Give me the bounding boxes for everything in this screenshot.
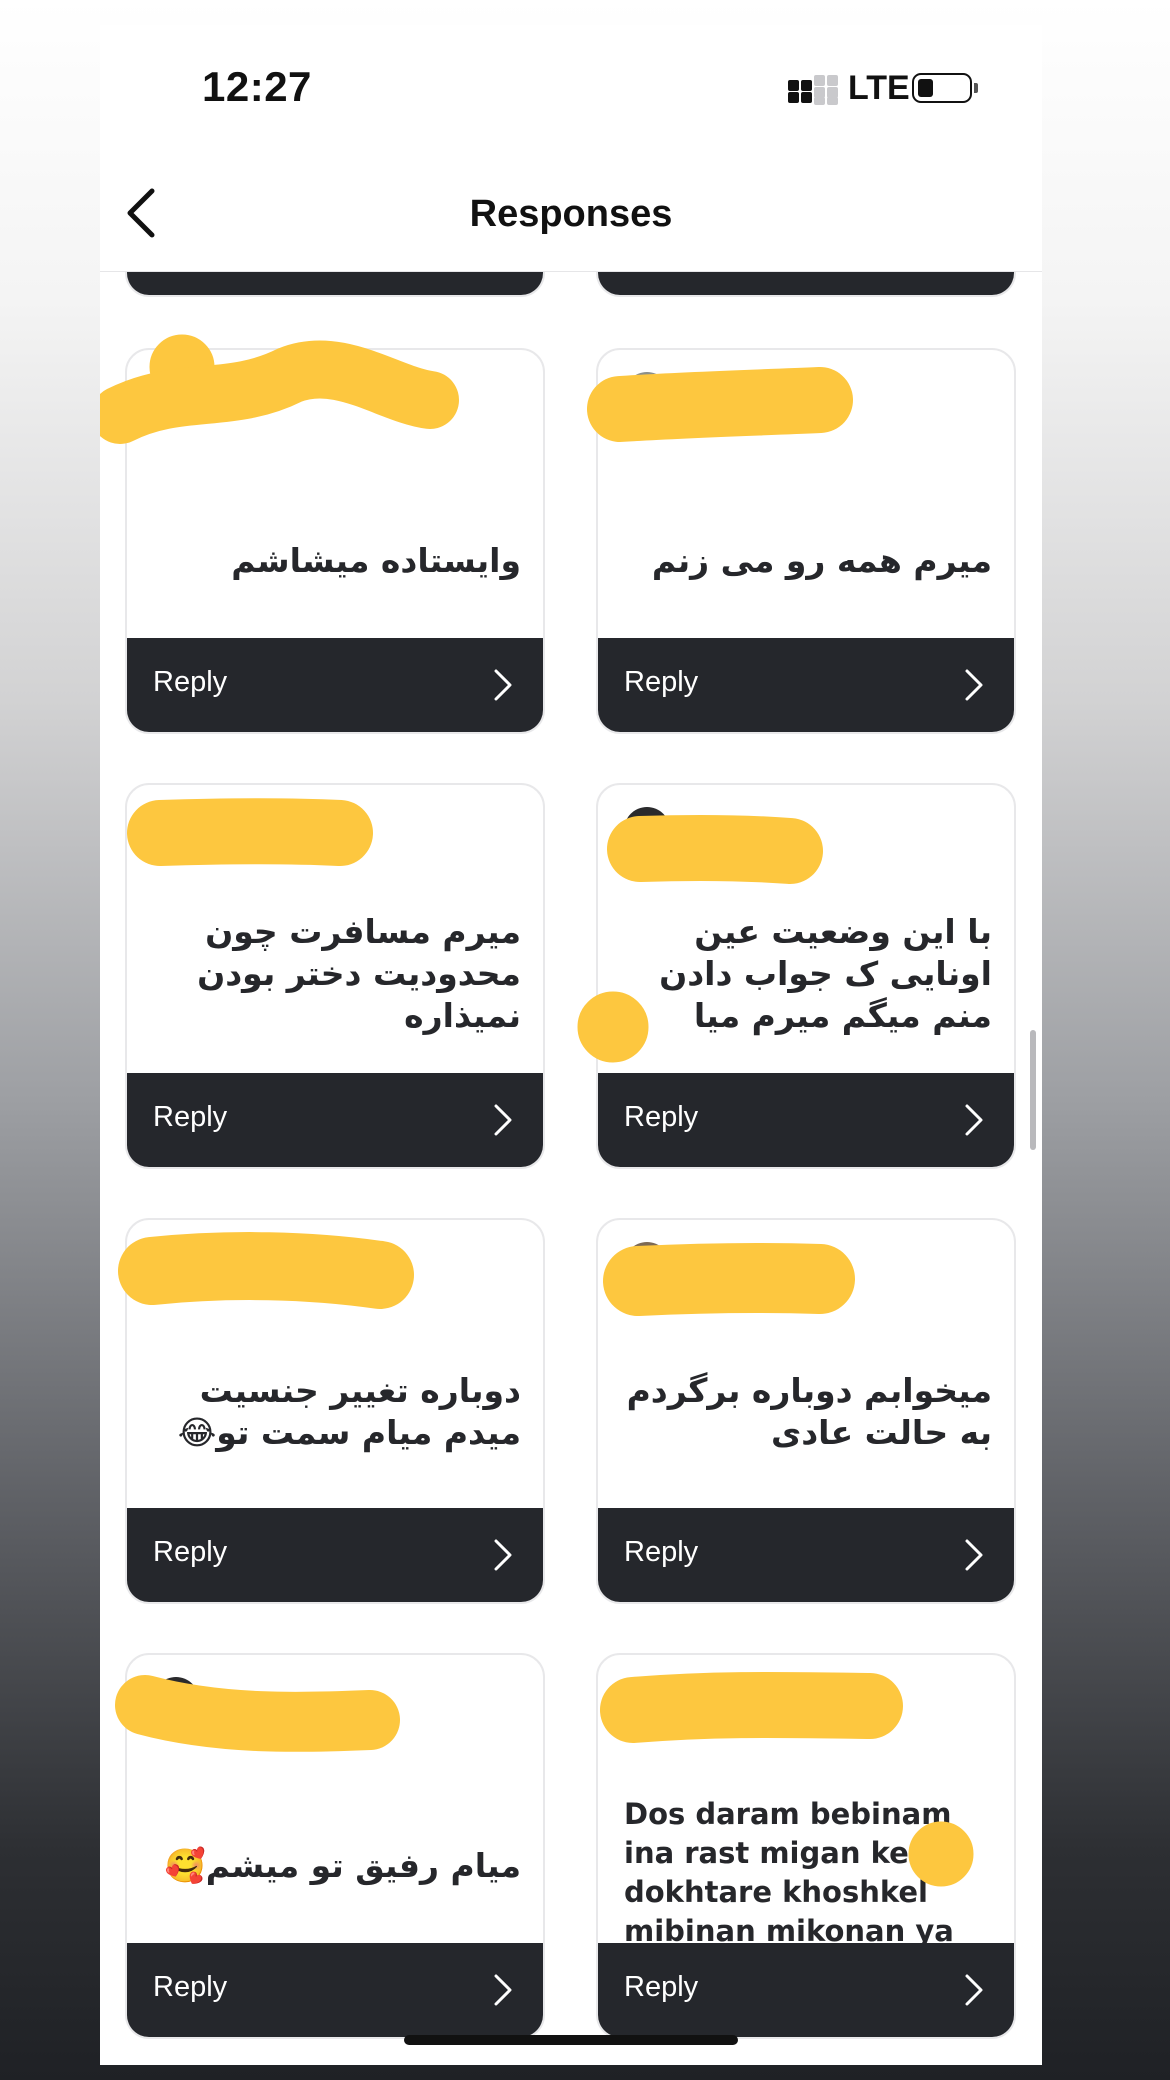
avatar	[624, 807, 670, 853]
response-text: با این وضعیت عین اونایی ک جواب دادن منم …	[659, 912, 992, 1035]
chevron-right-icon	[494, 1104, 512, 1136]
response-card: میرم همه رو می زنم Reply	[596, 348, 1016, 734]
avatar	[153, 372, 199, 418]
response-text: میخوابم دوباره برگردم به حالت عادی	[626, 1371, 992, 1452]
response-text: میام رفیق تو میشم🥰	[164, 1846, 521, 1885]
response-card: میرم مسافرت چون محدودیت دختر بودن نمیذار…	[125, 783, 545, 1169]
card-header	[127, 785, 543, 885]
card-header	[127, 350, 543, 450]
avatar	[624, 372, 670, 418]
avatar	[153, 1242, 199, 1288]
reply-label: Reply	[153, 1101, 228, 1133]
reply-label: Reply	[153, 1536, 228, 1568]
reply-button[interactable]: Reply	[598, 1508, 1014, 1602]
chevron-right-icon	[965, 1104, 983, 1136]
reply-label: Reply	[153, 1971, 228, 2003]
chevron-right-icon	[494, 669, 512, 701]
reply-label: Reply	[153, 666, 228, 698]
chevron-right-icon	[494, 1539, 512, 1571]
response-card: دوباره تغییر جنسیت میدم میام سمت تو😂 Rep…	[125, 1218, 545, 1604]
reply-button[interactable]: Reply	[127, 1073, 543, 1167]
reply-label: Reply	[624, 1536, 699, 1568]
response-card: با این وضعیت عین اونایی ک جواب دادن منم …	[596, 783, 1016, 1169]
reply-button[interactable]: Reply	[598, 1073, 1014, 1167]
response-card: میخوابم دوباره برگردم به حالت عادی Reply	[596, 1218, 1016, 1604]
reply-button[interactable]: Reply	[127, 1943, 543, 2037]
response-card: Dos daram bebinam ina rast migan ke dokh…	[596, 1653, 1016, 2039]
response-card: میام رفیق تو میشم🥰 Reply	[125, 1653, 545, 2039]
response-text: وایستاده میشاشم	[231, 541, 521, 580]
phone-screen: 12:27 LTE Responses Reply Repl	[100, 25, 1042, 2065]
response-card: وایستاده میشاشم Reply	[125, 348, 545, 734]
reply-label: Reply	[624, 1101, 699, 1133]
reply-label: Reply	[624, 666, 699, 698]
chevron-right-icon	[965, 669, 983, 701]
network-label: LTE	[848, 69, 910, 107]
response-text: میرم مسافرت چون محدودیت دختر بودن نمیذار…	[197, 912, 521, 1035]
navigation-bar: Responses	[100, 155, 1042, 272]
reply-button[interactable]: Reply	[598, 638, 1014, 732]
card-header	[598, 1655, 1014, 1755]
card-header	[598, 350, 1014, 450]
reply-button[interactable]: Reply	[127, 638, 543, 732]
chevron-right-icon	[494, 1974, 512, 2006]
card-header	[598, 785, 1014, 885]
avatar	[153, 807, 199, 853]
card-header	[127, 1655, 543, 1755]
reply-button[interactable]: Reply	[127, 1508, 543, 1602]
battery-icon	[912, 73, 972, 103]
scroll-indicator[interactable]	[1030, 1030, 1036, 1150]
chevron-right-icon	[965, 1539, 983, 1571]
home-indicator[interactable]	[404, 2035, 738, 2045]
card-header	[127, 1220, 543, 1320]
avatar	[624, 1242, 670, 1288]
signal-icon	[788, 75, 838, 105]
chevron-right-icon	[965, 1974, 983, 2006]
response-text: میرم همه رو می زنم	[651, 541, 992, 580]
reply-button[interactable]: Reply	[598, 1943, 1014, 2037]
response-text: دوباره تغییر جنسیت میدم میام سمت تو😂	[177, 1371, 521, 1452]
responses-grid: Reply Reply وایستاده میشاشم Reply	[100, 25, 1042, 2065]
page-title: Responses	[469, 193, 673, 235]
status-time: 12:27	[202, 63, 312, 110]
reply-label: Reply	[624, 1971, 699, 2003]
card-header	[598, 1220, 1014, 1320]
avatar	[153, 1677, 199, 1723]
battery-cap	[974, 83, 978, 93]
status-bar: 12:27 LTE	[100, 25, 1042, 155]
